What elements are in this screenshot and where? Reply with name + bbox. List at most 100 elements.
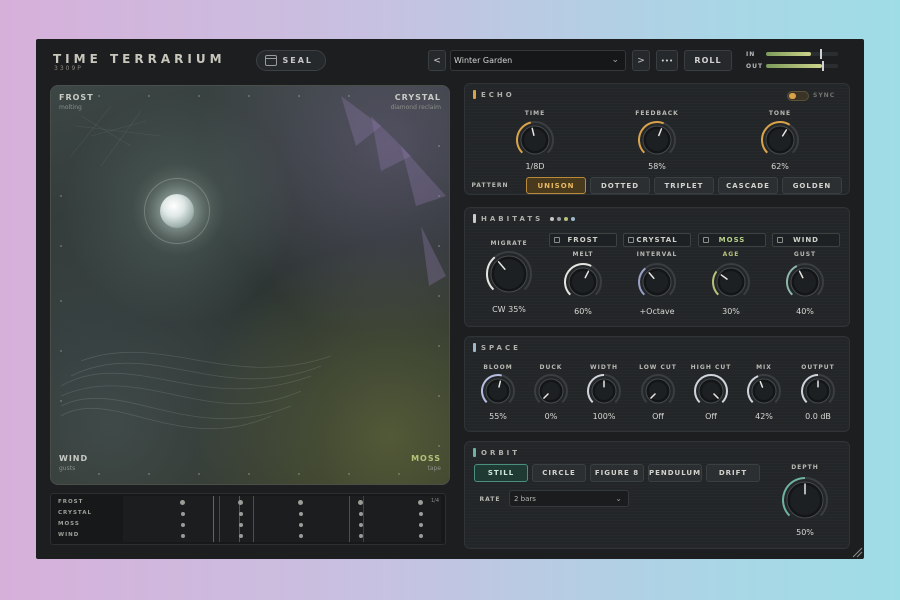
seq-step[interactable] <box>180 500 185 505</box>
seq-step[interactable] <box>358 500 363 505</box>
prev-preset-button[interactable]: < <box>428 50 446 71</box>
tone-knob[interactable] <box>760 120 800 160</box>
seq-step[interactable] <box>359 512 363 516</box>
orbit-accent <box>473 448 476 457</box>
knob-value: 55% <box>489 412 507 421</box>
pattern-unison-button[interactable]: UNISON <box>526 177 586 194</box>
knob-value: 0% <box>544 412 558 421</box>
migrate-knob[interactable] <box>485 250 533 298</box>
high-cut-knob[interactable] <box>693 373 729 409</box>
rate-select[interactable]: 2 bars ⌄ <box>509 490 629 507</box>
habitats-accent <box>473 214 476 223</box>
seal-button[interactable]: SEAL <box>256 50 326 71</box>
corner-moss-sub: tape <box>427 465 441 472</box>
knob-label: LOW CUT <box>639 364 677 371</box>
habitats-panel: HABITATS MIGRATE CW 35% FROST CRYSTAL MO… <box>464 207 850 327</box>
orbit-figure8-button[interactable]: FIGURE 8 <box>590 464 644 482</box>
habitat-crystal-button[interactable]: CRYSTAL <box>623 233 691 247</box>
knob-label: FEEDBACK <box>635 110 679 117</box>
next-preset-button[interactable]: > <box>632 50 650 71</box>
seq-step[interactable] <box>181 523 185 527</box>
low-cut-knob[interactable] <box>640 373 676 409</box>
knob-label: AGE <box>722 251 740 258</box>
seq-step[interactable] <box>419 512 423 516</box>
pattern-dotted-button[interactable]: DOTTED <box>590 177 650 194</box>
orbit-pendulum-button[interactable]: PENDULUM <box>648 464 702 482</box>
meter-out[interactable] <box>766 61 838 71</box>
seq-step[interactable] <box>419 523 423 527</box>
echo-title: ECHO <box>481 91 515 99</box>
meter-out-label: OUT <box>746 63 764 70</box>
space-accent <box>473 343 476 352</box>
xy-pad[interactable]: FROST molting CRYSTAL diamond reclaim WI… <box>50 85 450 485</box>
orbit-circle-button[interactable]: CIRCLE <box>532 464 586 482</box>
seq-step[interactable] <box>181 512 185 516</box>
roll-button[interactable]: ROLL <box>684 50 732 71</box>
seq-step[interactable] <box>239 512 243 516</box>
knob-value: 0.0 dB <box>805 412 831 421</box>
meter-in[interactable] <box>766 49 838 59</box>
pattern-triplet-button[interactable]: TRIPLET <box>654 177 714 194</box>
sequencer-grid[interactable]: 1/4 <box>123 496 441 542</box>
seq-row-label: CRYSTAL <box>58 510 93 516</box>
mix-knob[interactable] <box>746 373 782 409</box>
interval-knob[interactable] <box>637 262 677 302</box>
melt-knob[interactable] <box>563 262 603 302</box>
corner-wind-sub: gusts <box>59 465 76 472</box>
feedback-knob[interactable] <box>637 120 677 160</box>
habitat-wind-button[interactable]: WIND <box>772 233 840 247</box>
seq-step[interactable] <box>239 523 243 527</box>
seq-marker <box>363 496 364 542</box>
chevron-down-icon: ⌄ <box>611 55 619 65</box>
seq-step[interactable] <box>299 523 303 527</box>
seq-step[interactable] <box>418 500 423 505</box>
width-knob[interactable] <box>586 373 622 409</box>
more-options-button[interactable]: ••• <box>656 50 678 71</box>
depth-label: DEPTH <box>791 464 819 471</box>
space-title: SPACE <box>481 344 521 352</box>
migrate-label: MIGRATE <box>490 240 528 247</box>
seq-step[interactable] <box>359 523 363 527</box>
seq-step[interactable] <box>298 500 303 505</box>
meter-in-threshold[interactable] <box>820 49 822 59</box>
window-icon <box>265 55 277 66</box>
plugin-subtitle: 3309P <box>54 65 83 72</box>
duck-knob[interactable] <box>533 373 569 409</box>
orbit-drift-button[interactable]: DRIFT <box>706 464 760 482</box>
knob-value: 100% <box>592 412 616 421</box>
corner-crystal-sub: diamond reclaim <box>390 104 441 111</box>
seq-step[interactable] <box>239 534 243 538</box>
preset-selector[interactable]: Winter Garden ⌄ <box>450 50 626 71</box>
depth-knob[interactable] <box>781 476 829 524</box>
pattern-golden-button[interactable]: GOLDEN <box>782 177 842 194</box>
plugin-window: TIME TERRARIUM 3309P SEAL < Winter Garde… <box>36 39 864 559</box>
resize-grip-icon[interactable] <box>851 546 863 558</box>
habitat-frost-button[interactable]: FROST <box>549 233 617 247</box>
knob-value: 30% <box>722 307 740 316</box>
seq-step[interactable] <box>359 534 363 538</box>
habitat-sequencer[interactable]: FROST CRYSTAL MOSS WIND 1/4 <box>50 493 446 545</box>
seq-step[interactable] <box>238 500 243 505</box>
orbit-still-button[interactable]: STILL <box>474 464 528 482</box>
corner-frost-label: FROST <box>59 93 94 102</box>
gust-knob[interactable] <box>785 262 825 302</box>
echo-panel: ECHO SYNC TIME 1/8D FEEDBACK 58% TONE 62… <box>464 83 850 195</box>
sync-toggle[interactable] <box>787 91 809 101</box>
pattern-cascade-button[interactable]: CASCADE <box>718 177 778 194</box>
corner-frost-sub: molting <box>59 104 82 111</box>
output-knob[interactable] <box>800 373 836 409</box>
seq-marker <box>219 496 220 542</box>
seq-step[interactable] <box>419 534 423 538</box>
seq-marker <box>253 496 254 542</box>
habitat-moss-button[interactable]: MOSS <box>698 233 766 247</box>
seq-step[interactable] <box>299 534 303 538</box>
time-knob[interactable] <box>515 120 555 160</box>
seq-step[interactable] <box>299 512 303 516</box>
seq-row-label: MOSS <box>58 521 80 527</box>
xy-pad-handle[interactable] <box>160 194 194 228</box>
age-knob[interactable] <box>711 262 751 302</box>
meter-out-threshold[interactable] <box>822 61 824 71</box>
bloom-knob[interactable] <box>480 373 516 409</box>
seq-step[interactable] <box>181 534 185 538</box>
meter-out-fill <box>766 64 823 68</box>
